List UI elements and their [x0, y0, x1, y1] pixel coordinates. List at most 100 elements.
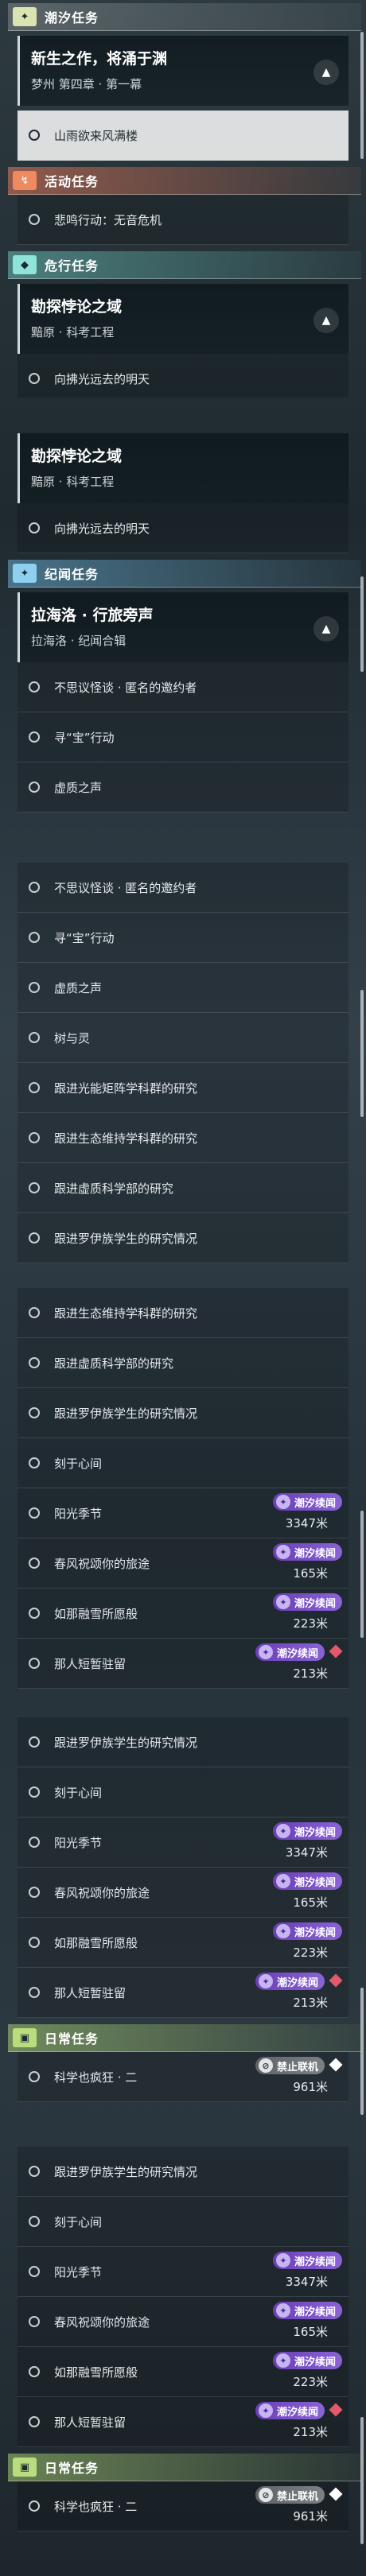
- scrollbar[interactable]: [360, 990, 364, 1117]
- badge-label: 潮汐续闻: [294, 1497, 336, 1510]
- scrollbar[interactable]: [360, 2417, 364, 2544]
- radio-icon: [29, 130, 40, 141]
- list-item-tracked[interactable]: 科学也疯狂 · 二 ⊘ 禁止联机 961米: [18, 2481, 348, 2531]
- list-item[interactable]: 寻“宝”行动: [18, 913, 348, 963]
- list-item-tracked[interactable]: 阳光季节 ✦ 潮汐续闻 3347米: [18, 2247, 348, 2297]
- radio-icon: [29, 2071, 40, 2082]
- tide-icon: ✦: [275, 2303, 290, 2318]
- radio-icon: [29, 982, 40, 993]
- list-item-label: 跟进罗伊族学生的研究情况: [54, 1735, 198, 1750]
- list-item[interactable]: 不思议怪谈 · 匿名的邀约者: [18, 863, 348, 913]
- list-item-tracked[interactable]: 春风祝颂你的旅途 ✦ 潮汐续闻 165米: [18, 1868, 348, 1918]
- no-coop-icon: ⊘: [258, 2488, 273, 2502]
- radio-icon: [29, 1407, 40, 1418]
- section-header-daily[interactable]: ▣ 日常任务: [8, 2454, 361, 2481]
- list-item[interactable]: 跟进罗伊族学生的研究情况: [18, 1213, 348, 1263]
- list-item-selected[interactable]: 山雨欲来风满楼: [18, 111, 348, 161]
- section-header-daily[interactable]: ▣ 日常任务: [8, 2024, 361, 2052]
- list-item-label: 跟进罗伊族学生的研究情况: [54, 1406, 198, 1421]
- radio-icon: [29, 373, 40, 384]
- radio-icon: [29, 1987, 40, 1998]
- list-item[interactable]: 跟进罗伊族学生的研究情况: [18, 1717, 348, 1767]
- section-header-epoch[interactable]: ✦ 纪闻任务: [8, 560, 361, 588]
- list-item-tracked[interactable]: 科学也疯狂 · 二 ⊘ 禁止联机 961米: [18, 2052, 348, 2102]
- list-item-label: 如那融雪所愿般: [54, 1606, 138, 1621]
- list-item[interactable]: 虚质之声: [18, 963, 348, 1013]
- list-item-label: 刻于心间: [54, 1456, 103, 1471]
- list-item-tracked[interactable]: 那人短暂驻留 ✦ 潮汐续闻 213米: [18, 1968, 348, 2018]
- list-item[interactable]: 跟进罗伊族学生的研究情况: [18, 1388, 348, 1438]
- list-item-tracked[interactable]: 那人短暂驻留 ✦ 潮汐续闻 213米: [18, 1639, 348, 1689]
- quest-card-kantan[interactable]: 勘探悖论之域 黯原 · 科考工程 ▲: [18, 284, 348, 354]
- list-item[interactable]: 寻“宝”行动: [18, 712, 348, 762]
- tide-icon: ✦: [275, 1924, 290, 1938]
- tide-icon: ✦: [275, 1824, 290, 1838]
- section-header-tide[interactable]: ✦ 潮汐任务: [8, 3, 361, 31]
- list-item-label: 虚质之声: [54, 980, 103, 995]
- collapse-chevron-icon[interactable]: ▲: [313, 60, 339, 85]
- list-item[interactable]: 刻于心间: [18, 1438, 348, 1488]
- section-title: 潮汐任务: [45, 10, 99, 25]
- badge-label: 潮汐续闻: [276, 2406, 318, 2419]
- list-item-tracked[interactable]: 如那融雪所愿般 ✦ 潮汐续闻 223米: [18, 1589, 348, 1639]
- list-item[interactable]: 向拂光远去的明天: [18, 503, 348, 553]
- tide-badge: ✦ 潮汐续闻: [255, 1643, 325, 1661]
- list-item-tracked[interactable]: 如那融雪所愿般 ✦ 潮汐续闻 223米: [18, 2347, 348, 2397]
- list-item[interactable]: 悲鸣行动：无音危机: [18, 195, 348, 245]
- list-item-label: 寻“宝”行动: [54, 730, 115, 745]
- list-item-tracked[interactable]: 那人短暂驻留 ✦ 潮汐续闻 213米: [18, 2397, 348, 2447]
- tide-badge: ✦ 潮汐续闻: [272, 1822, 342, 1840]
- scrollbar[interactable]: [360, 32, 364, 159]
- section-header-danger[interactable]: ◆ 危行任务: [8, 251, 361, 279]
- hazard-icon: ◆: [13, 255, 37, 274]
- badge-label: 禁止联机: [276, 2490, 318, 2503]
- no-coop-badge: ⊘ 禁止联机: [255, 2486, 325, 2504]
- track-marker-icon: [329, 1973, 343, 1988]
- radio-icon: [29, 1736, 40, 1748]
- distance: 165米: [293, 1566, 328, 1581]
- scrollbar[interactable]: [360, 1988, 364, 2115]
- radio-icon: [29, 2266, 40, 2277]
- list-item-tracked[interactable]: 春风祝颂你的旅途 ✦ 潮汐续闻 165米: [18, 1538, 348, 1589]
- list-item[interactable]: 跟进光能矩阵学科群的研究: [18, 1063, 348, 1113]
- list-item[interactable]: 跟进生态维持学科群的研究: [18, 1288, 348, 1338]
- list-item-label: 不思议怪谈 · 匿名的邀约者: [54, 880, 197, 895]
- list-item-tracked[interactable]: 阳光季节 ✦ 潮汐续闻 3347米: [18, 1818, 348, 1868]
- list-item[interactable]: 不思议怪谈 · 匿名的邀约者: [18, 662, 348, 712]
- list-item[interactable]: 向拂光远去的明天: [18, 354, 348, 398]
- list-item[interactable]: 树与灵: [18, 1013, 348, 1063]
- section-header-activity[interactable]: ↯ 活动任务: [8, 167, 361, 195]
- list-item[interactable]: 跟进罗伊族学生的研究情况: [18, 2147, 348, 2197]
- tide-icon: ✦: [275, 1495, 290, 1509]
- quest-card-lahailuo[interactable]: 拉海洛 · 行旅旁声 拉海洛 · 纪闻合辑 ▲: [18, 592, 348, 662]
- quest-card-main[interactable]: 新生之作，将涌于渊 梦州 第四章 · 第一幕 ▲: [18, 36, 348, 106]
- list-item-label: 跟进罗伊族学生的研究情况: [54, 2164, 198, 2179]
- tide-badge: ✦ 潮汐续闻: [272, 2302, 342, 2319]
- radio-icon: [29, 1082, 40, 1093]
- daily-icon: ▣: [13, 2458, 37, 2477]
- collapse-chevron-icon[interactable]: ▲: [313, 616, 339, 642]
- radio-icon: [29, 2216, 40, 2227]
- badge-label: 潮汐续闻: [294, 2306, 336, 2318]
- distance: 3347米: [285, 1516, 328, 1530]
- radio-icon: [29, 1032, 40, 1043]
- list-item[interactable]: 刻于心间: [18, 2197, 348, 2247]
- scrollbar[interactable]: [360, 576, 364, 672]
- radio-icon: [29, 1132, 40, 1143]
- quest-card-kantan[interactable]: 勘探悖论之域 黯原 · 科考工程: [18, 433, 348, 503]
- list-item[interactable]: 跟进虚质科学部的研究: [18, 1163, 348, 1213]
- list-item-label: 虚质之声: [54, 780, 103, 795]
- badge-label: 潮汐续闻: [294, 1876, 336, 1889]
- badge-label: 潮汐续闻: [276, 1647, 318, 1660]
- collapse-chevron-icon[interactable]: ▲: [313, 308, 339, 333]
- list-item-tracked[interactable]: 阳光季节 ✦ 潮汐续闻 3347米: [18, 1488, 348, 1538]
- list-item[interactable]: 跟进生态维持学科群的研究: [18, 1113, 348, 1163]
- scrollbar[interactable]: [360, 1511, 364, 1638]
- list-item[interactable]: 虚质之声: [18, 762, 348, 813]
- list-item-label: 向拂光远去的明天: [54, 521, 150, 536]
- list-item-tracked[interactable]: 如那融雪所愿般 ✦ 潮汐续闻 223米: [18, 1918, 348, 1968]
- list-item[interactable]: 跟进虚质科学部的研究: [18, 1338, 348, 1388]
- radio-icon: [29, 2316, 40, 2327]
- list-item[interactable]: 刻于心间: [18, 1767, 348, 1818]
- list-item-tracked[interactable]: 春风祝颂你的旅途 ✦ 潮汐续闻 165米: [18, 2297, 348, 2347]
